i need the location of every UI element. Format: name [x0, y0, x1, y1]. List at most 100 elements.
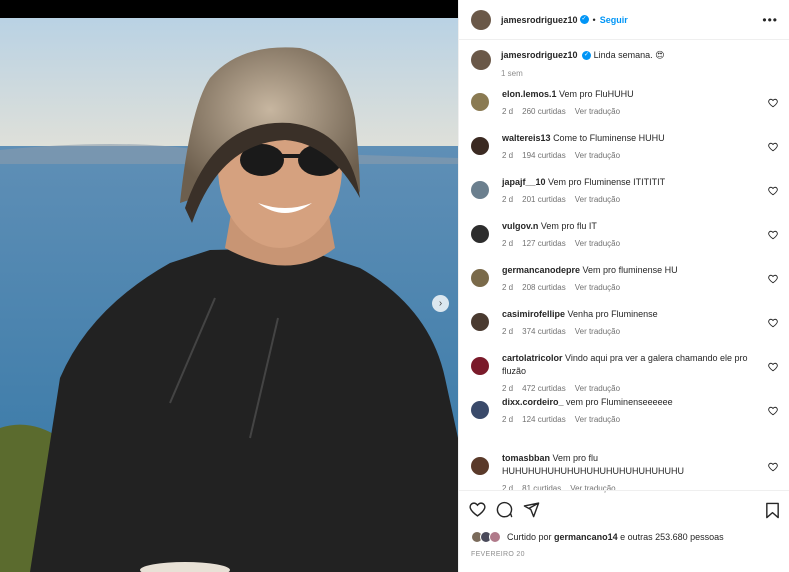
comment-username[interactable]: germancanodepre — [502, 265, 580, 275]
heart-icon[interactable] — [768, 98, 778, 108]
commenter-avatar[interactable] — [471, 357, 489, 375]
likes-prefix: Curtido por — [507, 532, 552, 542]
likes-suffix[interactable]: e outras 253.680 pessoas — [620, 532, 724, 542]
comment-username[interactable]: casimirofellipe — [502, 309, 565, 319]
translate-link[interactable]: Ver tradução — [575, 415, 620, 424]
comment-age: 2 d — [502, 283, 514, 292]
commenter-avatar[interactable] — [471, 137, 489, 155]
comment-likes[interactable]: 201 curtidas — [522, 195, 566, 204]
photo-top-bar — [0, 0, 458, 18]
comment-age: 2 d — [502, 107, 514, 116]
chevron-right-icon: › — [438, 298, 443, 309]
comment-body: cartolatricolor Vindo aqui pra ver a gal… — [502, 352, 764, 393]
share-icon[interactable] — [523, 501, 540, 518]
liker-avatar — [489, 531, 501, 543]
comment-username[interactable]: elon.lemos.1 — [502, 89, 557, 99]
comment-likes[interactable]: 374 curtidas — [522, 327, 566, 336]
caption-username[interactable]: jamesrodriguez10 — [501, 50, 578, 60]
heart-icon[interactable] — [768, 274, 778, 284]
comment-item: tomasbban Vem pro flu HUHUHUHUHUHUHUHUHU… — [471, 452, 786, 493]
translate-link[interactable]: Ver tradução — [575, 107, 620, 116]
author-avatar[interactable] — [471, 9, 491, 30]
comment-item: waltereis13 Come to Fluminense HUHU 2 d 19… — [471, 132, 786, 160]
comment-item: dixx.cordeiro_ vem pro Fluminenseeeeee 2 … — [471, 396, 786, 424]
post-footer: Curtido por germancano14 e outras 253.68… — [459, 490, 789, 572]
translate-link[interactable]: Ver tradução — [575, 327, 620, 336]
heart-icon[interactable] — [469, 501, 486, 518]
bookmark-icon[interactable] — [765, 502, 780, 519]
comment-likes[interactable]: 194 curtidas — [522, 151, 566, 160]
comment-username[interactable]: vulgov.n — [502, 221, 538, 231]
translate-link[interactable]: Ver tradução — [575, 151, 620, 160]
comment-meta: 2 d 194 curtidas Ver tradução — [502, 151, 764, 160]
commenter-avatar[interactable] — [471, 93, 489, 111]
comment-likes[interactable]: 472 curtidas — [522, 384, 566, 393]
heart-icon[interactable] — [768, 362, 778, 372]
comment-item: germancanodepre Vem pro fluminense HU 2 d… — [471, 264, 786, 292]
comment-age: 2 d — [502, 327, 514, 336]
comment-likes[interactable]: 208 curtidas — [522, 283, 566, 292]
photo-scene — [0, 18, 458, 572]
comment-meta: 2 d 124 curtidas Ver tradução — [502, 415, 764, 424]
comment-age: 2 d — [502, 151, 514, 160]
heart-icon[interactable] — [768, 318, 778, 328]
more-icon[interactable]: ••• — [762, 13, 778, 27]
comment-username[interactable]: waltereis13 — [502, 133, 551, 143]
likes-user[interactable]: germancano14 — [554, 532, 618, 542]
liker-avatars — [471, 531, 501, 543]
comment-item: elon.lemos.1 Vem pro FluHUHU 2 d 260 curti… — [471, 88, 786, 116]
comment-age: 2 d — [502, 415, 514, 424]
translate-link[interactable]: Ver tradução — [575, 283, 620, 292]
comment-username[interactable]: cartolatricolor — [502, 353, 563, 363]
comment-body: vulgov.n Vem pro flu IT 2 d 127 curtidas Ve… — [502, 220, 764, 248]
comment-meta: 2 d 374 curtidas Ver tradução — [502, 327, 764, 336]
translate-link[interactable]: Ver tradução — [575, 195, 620, 204]
separator-dot: • — [592, 14, 596, 25]
commenter-avatar[interactable] — [471, 401, 489, 419]
comment-likes[interactable]: 260 curtidas — [522, 107, 566, 116]
heart-icon[interactable] — [768, 406, 778, 416]
comment-text: Venha pro Fluminense — [567, 309, 658, 319]
translate-link[interactable]: Ver tradução — [575, 384, 620, 393]
caption-body: jamesrodriguez10 ✓ Linda semana. 😍 1 sem — [501, 50, 665, 78]
verified-icon: ✓ — [579, 15, 589, 24]
post-photo[interactable]: › — [0, 0, 458, 572]
comment-text: vem pro Fluminenseeeeee — [566, 397, 673, 407]
commenter-avatar[interactable] — [471, 269, 489, 287]
heart-icon[interactable] — [768, 142, 778, 152]
comment-icon[interactable] — [496, 501, 513, 518]
post-date: FEVEREIRO 20 — [471, 551, 525, 558]
comment-age: 2 d — [502, 195, 514, 204]
comment-text: Vem pro flu IT — [540, 221, 597, 231]
heart-icon[interactable] — [768, 462, 778, 472]
comment-likes[interactable]: 124 curtidas — [522, 415, 566, 424]
heart-icon[interactable] — [768, 186, 778, 196]
comment-username[interactable]: tomasbban — [502, 453, 550, 463]
comment-body: elon.lemos.1 Vem pro FluHUHU 2 d 260 curti… — [502, 88, 764, 116]
heart-icon[interactable] — [768, 230, 778, 240]
comment-meta: 2 d 201 curtidas Ver tradução — [502, 195, 764, 204]
commenter-avatar[interactable] — [471, 313, 489, 331]
comment-item: vulgov.n Vem pro flu IT 2 d 127 curtidas Ve… — [471, 220, 786, 248]
commenter-avatar[interactable] — [471, 225, 489, 243]
translate-link[interactable]: Ver tradução — [575, 239, 620, 248]
comment-body: dixx.cordeiro_ vem pro Fluminenseeeeee 2 … — [502, 396, 764, 424]
post-caption: jamesrodriguez10 ✓ Linda semana. 😍 1 sem — [471, 50, 665, 78]
commenter-avatar[interactable] — [471, 181, 489, 199]
comment-age: 2 d — [502, 384, 514, 393]
comment-meta: 2 d 127 curtidas Ver tradução — [502, 239, 764, 248]
next-photo-button[interactable]: › — [432, 295, 449, 312]
author-username[interactable]: jamesrodriguez10 — [501, 15, 578, 25]
caption-text: Linda semana. 😍 — [593, 50, 665, 60]
comment-body: tomasbban Vem pro flu HUHUHUHUHUHUHUHUHU… — [502, 452, 764, 493]
verified-icon: ✓ — [582, 51, 592, 61]
comment-username[interactable]: japajf__10 — [502, 177, 546, 187]
caption-time: 1 sem — [501, 69, 523, 78]
commenter-avatar[interactable] — [471, 457, 489, 475]
comment-text: Vem pro FluHUHU — [559, 89, 634, 99]
follow-button[interactable]: Seguir — [600, 15, 628, 25]
caption-avatar[interactable] — [471, 50, 491, 70]
comment-likes[interactable]: 127 curtidas — [522, 239, 566, 248]
comment-body: waltereis13 Come to Fluminense HUHU 2 d 19… — [502, 132, 764, 160]
comment-username[interactable]: dixx.cordeiro_ — [502, 397, 564, 407]
